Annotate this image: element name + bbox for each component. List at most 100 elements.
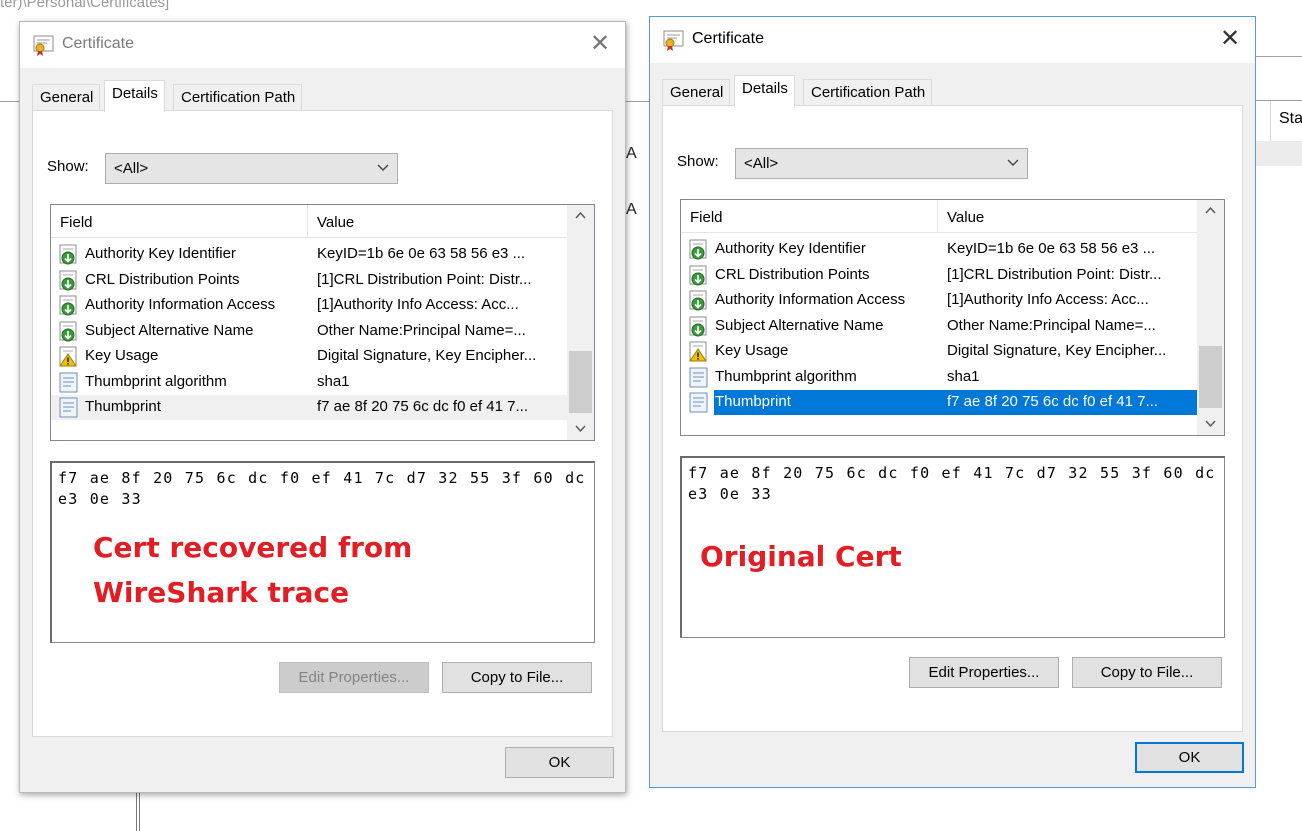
toolbar-divider (626, 101, 649, 102)
list-cell-text: A (626, 201, 637, 218)
vertical-scrollbar[interactable] (567, 205, 594, 440)
chevron-up-icon[interactable] (567, 205, 594, 227)
window-title: Certificate (62, 35, 135, 52)
show-dropdown[interactable]: <All> (105, 153, 398, 184)
column-header-field[interactable]: Field (60, 214, 93, 231)
show-label: Show: (677, 153, 719, 170)
field-name: Authority Information Access (715, 291, 906, 308)
tab-details[interactable]: Details (734, 75, 795, 107)
property-document-icon (689, 392, 708, 413)
tab-general[interactable]: General (32, 84, 101, 111)
column-header-value[interactable]: Value (317, 214, 354, 231)
chevron-down-icon[interactable] (567, 418, 594, 440)
field-row-thumbprint[interactable]: Thumbprint f7 ae 8f 20 75 6c dc f0 ef 41 … (51, 395, 568, 421)
scrollbar-thumb[interactable] (569, 351, 592, 413)
field-row-subject-alternative-name[interactable]: Subject Alternative Name Other Name:Princ… (681, 314, 1198, 340)
details-panel: Show: <All> Field Value Authority Key Id… (662, 105, 1243, 732)
field-row-crl-distribution-points[interactable]: CRL Distribution Points [1]CRL Distributi… (51, 268, 568, 294)
toolbar-divider (1256, 56, 1302, 57)
property-document-icon (59, 397, 78, 418)
property-document-icon (59, 372, 78, 392)
copy-to-file-button[interactable]: Copy to File... (442, 662, 592, 693)
show-dropdown[interactable]: <All> (735, 148, 1028, 179)
scrollbar-thumb[interactable] (1199, 346, 1222, 408)
chevron-down-icon (1007, 159, 1019, 166)
chevron-down-icon[interactable] (1197, 413, 1224, 435)
extension-green-arrow-icon (689, 290, 707, 311)
field-name: Thumbprint algorithm (85, 372, 227, 390)
field-row-authority-information-access[interactable]: Authority Information Access [1]Authority… (51, 293, 568, 319)
ok-button[interactable]: OK (1135, 742, 1244, 773)
field-value: [1]CRL Distribution Point: Distr... (317, 270, 532, 288)
ok-button[interactable]: OK (505, 747, 614, 778)
field-name: CRL Distribution Points (85, 270, 240, 288)
field-row-thumbprint-algorithm[interactable]: Thumbprint algorithm sha1 (51, 370, 568, 396)
title-bar[interactable]: Certificate ✕ (650, 17, 1255, 63)
field-value: sha1 (317, 372, 350, 390)
edit-properties-button[interactable]: Edit Properties... (909, 657, 1059, 688)
field-name: Subject Alternative Name (85, 321, 254, 339)
splitter-handle[interactable] (136, 792, 140, 831)
tab-general[interactable]: General (662, 79, 731, 106)
vertical-scrollbar[interactable] (1197, 200, 1224, 435)
field-name: Subject Alternative Name (715, 316, 884, 334)
field-name: Authority Key Identifier (715, 240, 866, 257)
column-divider[interactable] (937, 200, 938, 233)
column-header-value[interactable]: Value (947, 209, 984, 226)
field-value-textbox[interactable]: f7 ae 8f 20 75 6c dc f0 ef 41 7c d7 32 5… (680, 456, 1225, 638)
certificate-dialog-original: Certificate ✕ General Details Certificat… (649, 16, 1256, 788)
field-value: f7 ae 8f 20 75 6c dc f0 ef 41 7... (947, 393, 1158, 410)
column-header-status[interactable]: Sta (1270, 101, 1302, 141)
field-row-authority-key-identifier[interactable]: Authority Key Identifier KeyID=1b 6e 0e 6… (51, 242, 568, 268)
tab-certification-path[interactable]: Certification Path (803, 79, 933, 106)
field-row-authority-key-identifier[interactable]: Authority Key Identifier KeyID=1b 6e 0e 6… (681, 237, 1198, 263)
certificate-dialog-recovered: Certificate ✕ General Details Certificat… (19, 21, 626, 793)
field-name: Thumbprint algorithm (715, 367, 857, 385)
annotation-text: Cert recovered from WireShark trace (93, 531, 413, 609)
field-row-key-usage[interactable]: Key Usage Digital Signature, Key Encipher… (681, 339, 1198, 365)
list-cell-text: A (626, 145, 637, 162)
field-row-crl-distribution-points[interactable]: CRL Distribution Points [1]CRL Distributi… (681, 263, 1198, 289)
column-header-field[interactable]: Field (690, 209, 723, 226)
copy-to-file-button[interactable]: Copy to File... (1072, 657, 1222, 688)
field-name: Key Usage (715, 342, 789, 359)
field-list[interactable]: Field Value Authority Key Identifier KeyI… (50, 204, 595, 441)
show-label: Show: (47, 158, 89, 175)
field-rows: Authority Key Identifier KeyID=1b 6e 0e 6… (681, 237, 1198, 416)
extension-green-arrow-icon (59, 321, 77, 341)
close-icon[interactable]: ✕ (1217, 26, 1243, 52)
tab-details[interactable]: Details (104, 80, 165, 112)
extension-green-arrow-icon (59, 244, 77, 265)
field-rows: Authority Key Identifier KeyID=1b 6e 0e 6… (51, 242, 568, 421)
tab-certification-path[interactable]: Certification Path (173, 84, 303, 111)
column-divider[interactable] (307, 205, 308, 238)
field-row-subject-alternative-name[interactable]: Subject Alternative Name Other Name:Princ… (51, 319, 568, 345)
annotation-text: Original Cert (700, 540, 902, 573)
field-name: Thumbprint (85, 398, 161, 415)
field-row-thumbprint-algorithm[interactable]: Thumbprint algorithm sha1 (681, 365, 1198, 391)
field-row-authority-information-access[interactable]: Authority Information Access [1]Authority… (681, 288, 1198, 314)
title-bar[interactable]: Certificate ✕ (20, 22, 625, 68)
extension-warning-icon (59, 346, 77, 367)
list-row-selected[interactable] (1256, 141, 1302, 166)
close-icon[interactable]: ✕ (587, 31, 613, 57)
field-value: [1]Authority Info Access: Acc... (947, 291, 1149, 308)
field-value: Other Name:Principal Name=... (317, 321, 526, 339)
window-title: Certificate (692, 30, 765, 47)
field-value: KeyID=1b 6e 0e 63 58 56 e3 ... (317, 245, 526, 262)
field-list[interactable]: Field Value Authority Key Identifier KeyI… (680, 199, 1225, 436)
property-document-icon (689, 367, 708, 387)
field-value: Digital Signature, Key Encipher... (317, 347, 537, 364)
extension-warning-icon (689, 341, 707, 362)
field-row-key-usage[interactable]: Key Usage Digital Signature, Key Encipher… (51, 344, 568, 370)
field-value: [1]CRL Distribution Point: Distr... (947, 265, 1162, 283)
details-panel: Show: <All> Field Value Authority Key Id… (32, 110, 613, 737)
field-value: [1]Authority Info Access: Acc... (317, 296, 519, 313)
field-row-thumbprint[interactable]: Thumbprint f7 ae 8f 20 75 6c dc f0 ef 41 … (681, 390, 1198, 416)
extension-green-arrow-icon (689, 239, 707, 260)
field-value: f7 ae 8f 20 75 6c dc f0 ef 41 7... (317, 398, 528, 415)
field-value: Digital Signature, Key Encipher... (947, 342, 1167, 359)
field-value-textbox[interactable]: f7 ae 8f 20 75 6c dc f0 ef 41 7c d7 32 5… (50, 461, 595, 643)
field-name: Key Usage (85, 347, 159, 364)
chevron-up-icon[interactable] (1197, 200, 1224, 222)
